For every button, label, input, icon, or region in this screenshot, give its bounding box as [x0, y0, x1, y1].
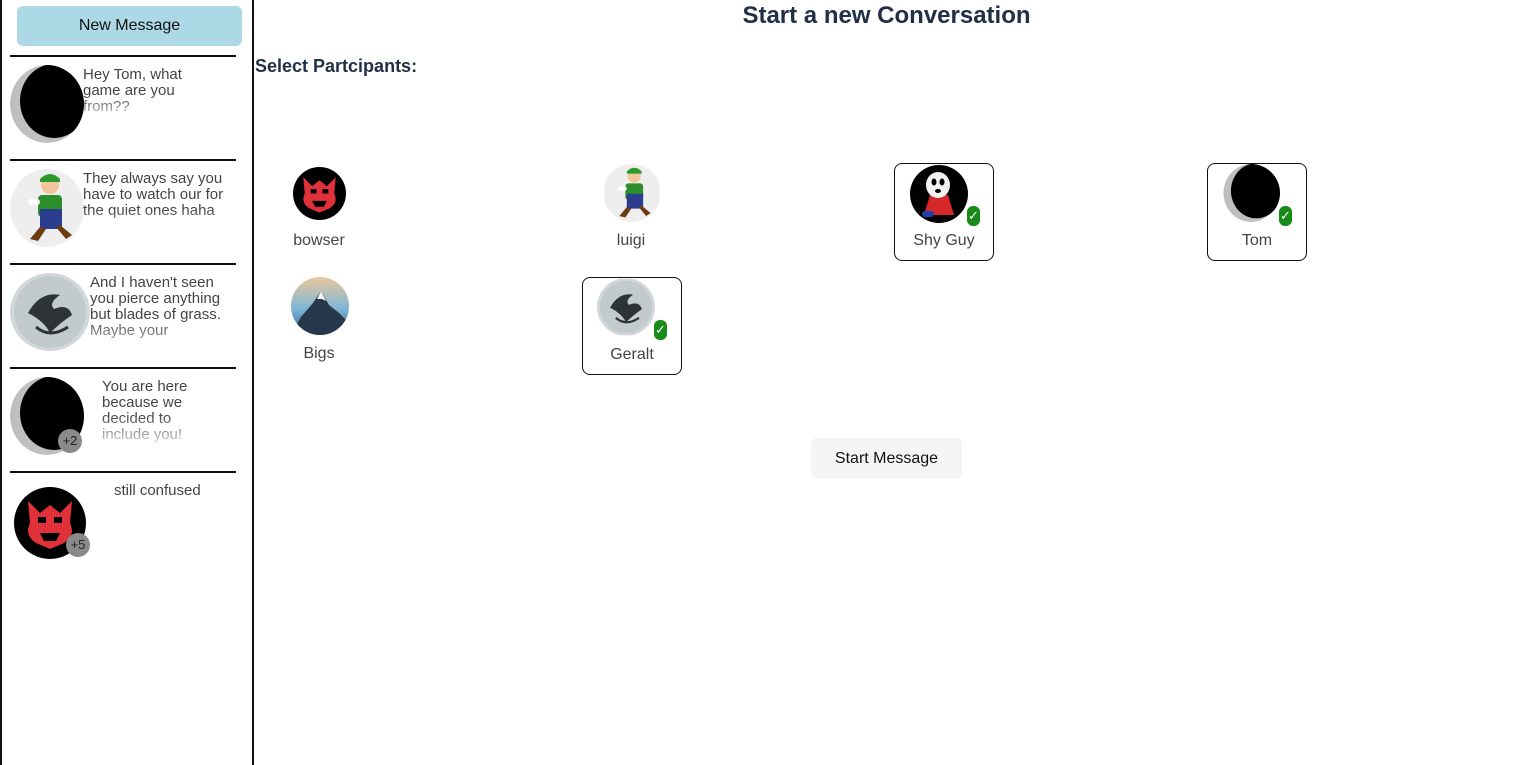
conversation-item[interactable]: Hey Tom, what game are you from?? — [10, 55, 236, 159]
new-message-button[interactable]: New Message — [17, 6, 242, 46]
participant-tom[interactable]: ✓ Tom — [1207, 163, 1307, 261]
message-preview: They always say you have to watch our fo… — [83, 171, 224, 219]
bowser-avatar-icon — [293, 167, 346, 220]
selected-check-icon: ✓ — [967, 206, 980, 226]
participant-bigs[interactable]: Bigs — [269, 276, 369, 374]
participant-name: bowser — [293, 232, 345, 249]
extra-participants-badge: +5 — [66, 533, 90, 557]
extra-participants-badge: +2 — [58, 429, 82, 453]
participant-name: Shy Guy — [913, 232, 975, 249]
participant-name: Tom — [1241, 232, 1273, 249]
start-message-button[interactable]: Start Message — [811, 438, 962, 479]
moon-avatar-icon — [10, 65, 84, 143]
participant-name: Bigs — [303, 345, 335, 362]
message-preview: And I haven't seen you pierce anything b… — [90, 275, 221, 339]
wolf-avatar-icon — [10, 273, 90, 351]
mountain-avatar-icon — [291, 277, 349, 335]
moon-avatar-icon — [1222, 164, 1280, 222]
conversation-item[interactable]: +2 You are here because we decided to in… — [10, 367, 236, 471]
conversation-item[interactable]: And I haven't seen you pierce anything b… — [10, 263, 236, 367]
luigi-avatar-icon — [603, 164, 661, 222]
wolf-avatar-icon — [597, 278, 655, 336]
participant-shy-guy[interactable]: ✓ Shy Guy — [894, 163, 994, 261]
participant-luigi[interactable]: luigi — [581, 164, 681, 263]
message-preview: Hey Tom, what game are you from?? — [83, 67, 182, 115]
conversation-item[interactable]: They always say you have to watch our fo… — [10, 159, 236, 263]
participant-bowser[interactable]: bowser — [269, 165, 369, 263]
select-participants-label: Select Partcipants: — [255, 56, 418, 76]
message-preview: still confused — [114, 483, 201, 499]
shyguy-avatar-icon — [910, 165, 968, 223]
message-preview: You are here because we decided to inclu… — [102, 379, 188, 443]
conversation-sidebar: New Message Hey Tom, what game are you f… — [0, 0, 254, 765]
luigi-avatar-icon — [10, 169, 84, 247]
selected-check-icon: ✓ — [654, 320, 667, 340]
participant-geralt[interactable]: ✓ Geralt — [582, 277, 682, 375]
page-title: Start a new Conversation — [742, 2, 1031, 29]
selected-check-icon: ✓ — [1279, 206, 1292, 226]
conversation-item[interactable]: +5 still confused — [10, 471, 236, 581]
participant-name: luigi — [616, 232, 646, 249]
participant-name: Geralt — [610, 346, 654, 363]
